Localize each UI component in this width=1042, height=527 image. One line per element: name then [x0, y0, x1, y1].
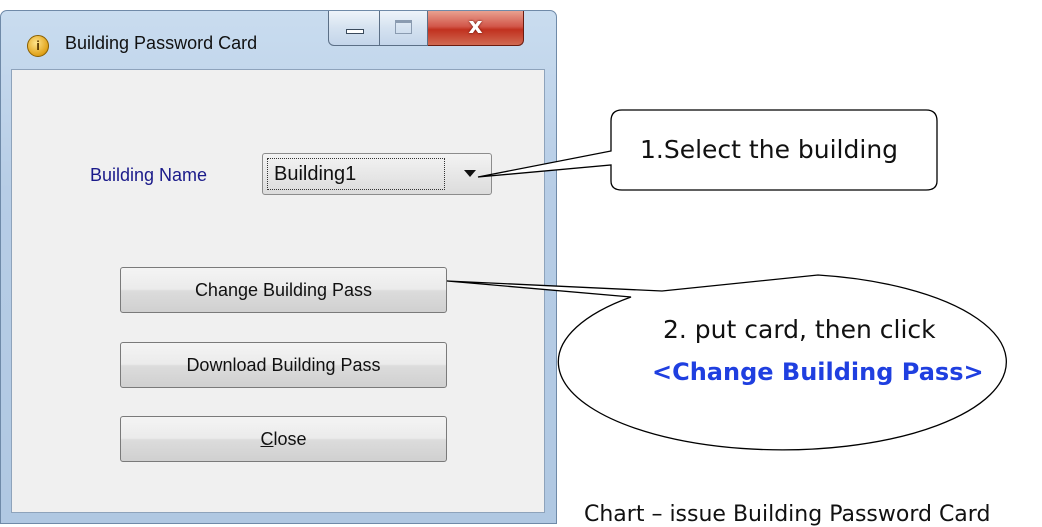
callout-overlay [446, 109, 1007, 451]
figure-caption: Chart – issue Building Password Card [584, 502, 991, 527]
callout-step2-text: 2. put card, then click [663, 315, 936, 344]
callout-step1-text: 1.Select the building [640, 135, 899, 164]
callout-step2-highlight: <Change Building Pass> [652, 358, 984, 386]
